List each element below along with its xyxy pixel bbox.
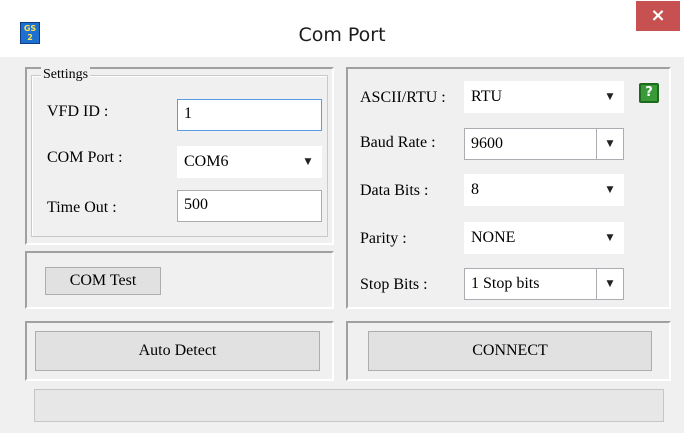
connect-button[interactable]: CONNECT: [368, 331, 652, 371]
com-port-select[interactable]: COM6 ▼: [177, 146, 322, 178]
connect-panel: CONNECT: [346, 321, 671, 381]
window-title: Com Port: [298, 24, 386, 46]
auto-detect-button[interactable]: Auto Detect: [35, 331, 320, 371]
com-port-window: GS 2 Com Port × Settings VFD ID : 1 COM …: [0, 0, 684, 433]
ascii-rtu-label: ASCII/RTU :: [360, 89, 446, 106]
com-test-panel: COM Test: [25, 251, 334, 309]
com-port-label: COM Port :: [47, 149, 123, 166]
serial-settings-panel: ASCII/RTU : RTU ▼ ? Baud Rate : 9600 ▼ D…: [346, 67, 671, 309]
stop-bits-value: 1 Stop bits: [471, 275, 540, 292]
timeout-field[interactable]: 500: [177, 190, 322, 222]
ascii-rtu-select[interactable]: RTU ▼: [464, 81, 624, 113]
data-bits-value: 8: [471, 181, 479, 198]
parity-select[interactable]: NONE ▼: [464, 222, 624, 254]
baud-rate-select[interactable]: 9600 ▼: [464, 128, 624, 160]
baud-rate-value: 9600: [471, 135, 503, 152]
baud-rate-label: Baud Rate :: [360, 134, 436, 151]
stop-bits-select[interactable]: 1 Stop bits ▼: [464, 268, 624, 300]
settings-group-title: Settings: [41, 67, 91, 83]
data-bits-select[interactable]: 8 ▼: [464, 174, 624, 206]
chevron-down-icon: ▼: [606, 233, 614, 243]
com-test-button[interactable]: COM Test: [45, 267, 161, 295]
vfd-id-field[interactable]: 1: [177, 99, 322, 131]
status-bar: [34, 389, 664, 422]
help-icon[interactable]: ?: [639, 83, 659, 103]
timeout-label: Time Out :: [47, 199, 117, 216]
dialog-body: Settings VFD ID : 1 COM Port : COM6 ▼ Ti…: [8, 57, 676, 429]
stop-bits-label: Stop Bits :: [360, 276, 428, 293]
help-glyph: ?: [645, 85, 653, 100]
chevron-down-icon: ▼: [304, 157, 312, 167]
chevron-down-icon: ▼: [596, 269, 623, 299]
com-port-value: COM6: [184, 153, 229, 170]
parity-label: Parity :: [360, 230, 407, 247]
chevron-down-icon: ▼: [596, 129, 623, 159]
chevron-down-icon: ▼: [606, 92, 614, 102]
data-bits-label: Data Bits :: [360, 182, 429, 199]
vfd-id-label: VFD ID :: [47, 103, 109, 120]
ascii-rtu-value: RTU: [471, 88, 503, 105]
auto-detect-panel: Auto Detect: [25, 321, 334, 381]
settings-panel: Settings VFD ID : 1 COM Port : COM6 ▼ Ti…: [25, 67, 334, 245]
chevron-down-icon: ▼: [606, 185, 614, 195]
parity-value: NONE: [471, 229, 516, 246]
close-icon: ×: [650, 5, 666, 26]
title-bar[interactable]: GS 2 Com Port ×: [0, 0, 684, 57]
close-button[interactable]: ×: [636, 1, 680, 31]
